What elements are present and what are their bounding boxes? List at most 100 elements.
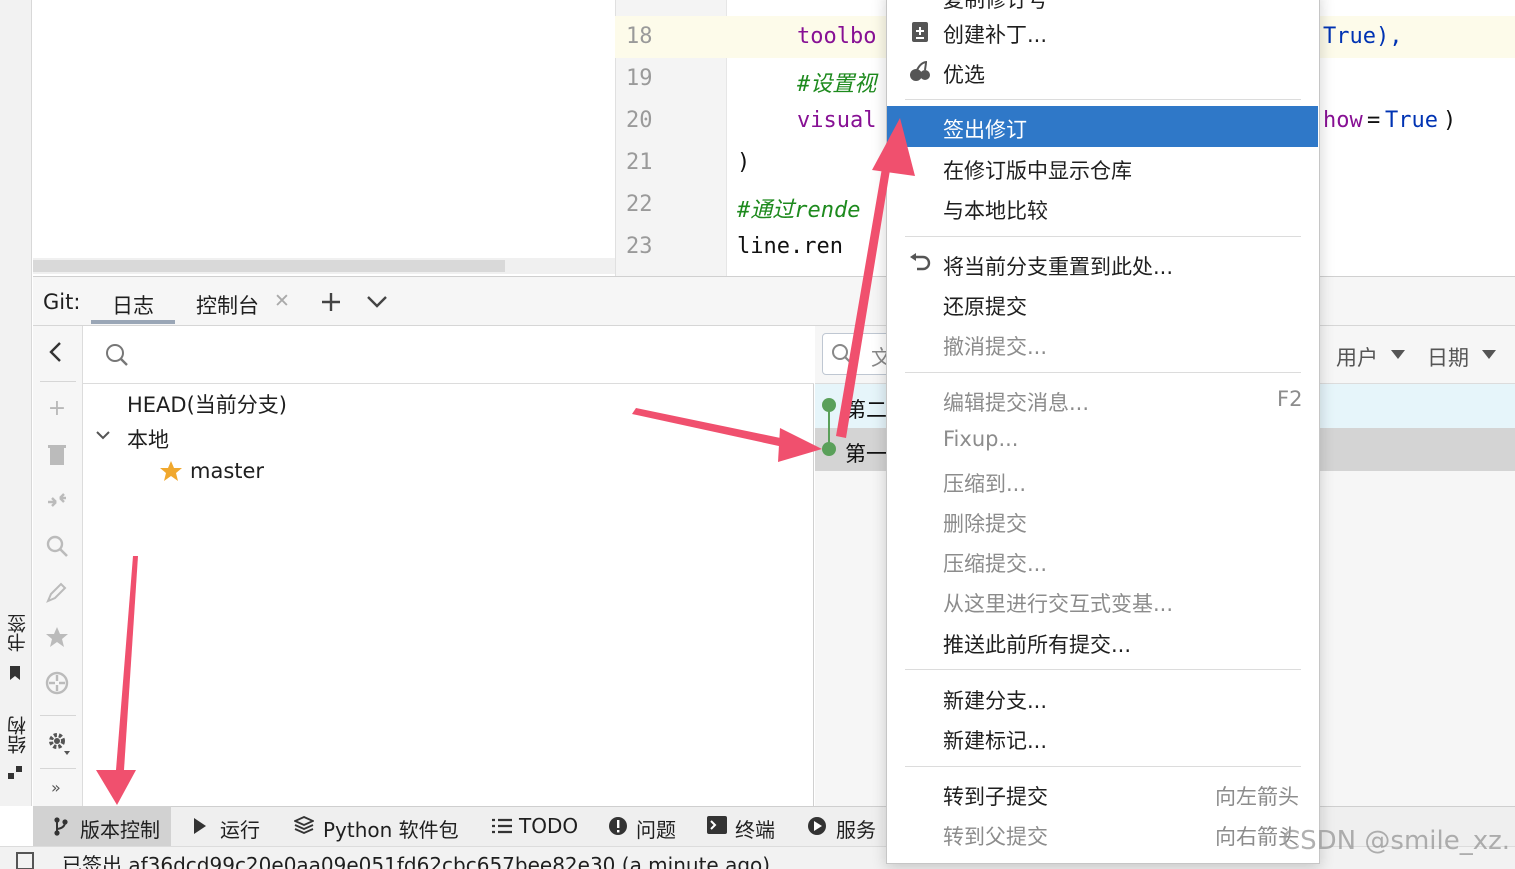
code-fragment: ) [1443, 108, 1457, 133]
code-line[interactable]: toolbo [797, 24, 876, 49]
menu-item-drop-commit: 删除提交 [943, 512, 1027, 536]
menu-item-create-patch[interactable]: 创建补丁... [943, 19, 1047, 49]
line-number: 18 [626, 24, 653, 49]
code-fragment: True), [1323, 24, 1403, 49]
commit-message: 第一 [845, 442, 887, 466]
update-icon[interactable] [46, 488, 68, 512]
menu-separator [905, 99, 1301, 100]
menu-item-new-branch[interactable]: 新建分支... [943, 685, 1047, 715]
menu-item-go-to-child[interactable]: 转到子提交 [943, 781, 1048, 811]
menu-separator [905, 669, 1301, 670]
tool-services[interactable]: 服务 [836, 814, 876, 843]
services-icon [808, 817, 826, 835]
tree-item-branch[interactable]: master [190, 459, 264, 483]
menu-item-fixup: Fixup... [943, 427, 1019, 451]
undo-icon [910, 253, 931, 271]
code-fragment: how [1323, 108, 1363, 133]
menu-item-revert-commit[interactable]: 还原提交 [943, 291, 1027, 321]
gear-icon[interactable] [45, 729, 73, 757]
menu-item-squash-into: 压缩到... [943, 472, 1027, 496]
line-number: 19 [626, 66, 653, 91]
shortcut-label: F2 [1277, 387, 1303, 411]
branch-tree [83, 384, 814, 806]
collapse-left-icon[interactable] [47, 341, 65, 363]
expand-chevron-icon[interactable] [96, 430, 110, 440]
branch-icon [54, 817, 68, 836]
layers-icon [294, 816, 314, 834]
structure-icon[interactable] [8, 766, 22, 780]
menu-item-reset-branch[interactable]: 将当前分支重置到此处... [943, 251, 1173, 281]
add-branch-icon[interactable]: + [46, 398, 68, 420]
editor-scrollbar-thumb[interactable] [33, 260, 505, 272]
dropdown-arrow-icon[interactable] [1482, 350, 1496, 359]
code-line[interactable]: line.ren [737, 234, 843, 259]
toolbar-divider [40, 768, 76, 769]
search-icon [832, 344, 852, 364]
tree-item-head[interactable]: HEAD(当前分支) [127, 389, 287, 419]
tab-log[interactable]: 日志 [112, 290, 154, 320]
commit-dot [822, 398, 836, 412]
menu-item-compare-with-local[interactable]: 与本地比较 [943, 195, 1048, 225]
panel-toggle-icon[interactable] [16, 852, 34, 869]
plus-icon[interactable] [321, 292, 341, 312]
tool-terminal[interactable]: 终端 [735, 814, 775, 843]
dropdown-arrow-icon[interactable] [1391, 350, 1405, 359]
menu-item-push-up-to-here[interactable]: 推送此前所有提交... [943, 629, 1131, 659]
bookmarks-tab-label[interactable]: 书签 [4, 614, 31, 652]
edit-icon[interactable] [46, 581, 68, 603]
line-number: 21 [626, 150, 653, 175]
code-line[interactable]: ) [737, 150, 750, 175]
chevron-down-icon[interactable] [366, 294, 388, 310]
code-comment[interactable]: #设置视 [797, 66, 876, 98]
star-icon [160, 461, 182, 481]
menu-separator [905, 766, 1301, 767]
toolbar-divider [40, 381, 76, 382]
terminal-icon [707, 816, 727, 834]
menu-item-squash-commits: 压缩提交... [943, 552, 1048, 576]
user-filter[interactable]: 用户 [1336, 342, 1378, 372]
structure-tab-label[interactable]: 结构 [4, 716, 31, 754]
active-tab-indicator [91, 320, 175, 324]
trash-icon[interactable] [48, 443, 66, 465]
commit-message: 第二 [845, 398, 887, 422]
search-icon [106, 344, 128, 366]
info-icon [609, 817, 627, 835]
locate-icon[interactable] [45, 671, 69, 695]
menu-item-show-repo-at-revision[interactable]: 在修订版中显示仓库 [943, 155, 1132, 185]
tab-console[interactable]: 控制台 [196, 290, 259, 320]
left-tool-stripe: 书签 结构 [0, 0, 32, 806]
code-comment[interactable]: #通过rende [737, 192, 860, 224]
star-icon[interactable] [45, 626, 69, 648]
menu-item-checkout-revision[interactable]: 签出修订 [943, 114, 1027, 144]
code-fragment: True [1385, 108, 1438, 133]
code-fragment: = [1367, 108, 1381, 133]
menu-item-cherry-pick[interactable]: 优选 [943, 59, 985, 89]
date-filter[interactable]: 日期 [1427, 342, 1469, 372]
log-search-input[interactable]: 文 [822, 333, 892, 375]
commit-dot [822, 442, 836, 456]
bookmark-icon[interactable] [8, 666, 22, 680]
search-icon[interactable] [46, 535, 68, 557]
git-tool-label: Git: [43, 290, 81, 314]
play-icon [194, 818, 206, 834]
code-line[interactable]: visual [797, 108, 876, 133]
tool-todo[interactable]: TODO [519, 814, 578, 838]
shortcut-label: 向左箭头 [1215, 785, 1299, 809]
editor-empty-area [33, 0, 615, 276]
tree-group-local[interactable]: 本地 [127, 424, 169, 454]
patch-icon [912, 22, 928, 42]
more-icon[interactable]: » [51, 778, 61, 797]
cherry-pick-icon [910, 61, 930, 81]
line-number: 22 [626, 192, 653, 217]
menu-item-copy-revision[interactable]: 复制修订号 [943, 0, 1048, 14]
branch-search-field[interactable] [83, 326, 814, 384]
menu-item-edit-commit-message: 编辑提交消息... [943, 391, 1090, 415]
menu-item-undo-commit: 撤消提交... [943, 335, 1048, 359]
tool-python-packages[interactable]: Python 软件包 [323, 814, 459, 843]
menu-item-go-to-parent: 转到父提交 [943, 825, 1048, 849]
tool-problems[interactable]: 问题 [636, 814, 676, 843]
close-tab-icon[interactable]: ✕ [274, 290, 290, 312]
menu-item-new-tag[interactable]: 新建标记... [943, 725, 1047, 755]
tool-run[interactable]: 运行 [220, 814, 260, 843]
tool-version-control[interactable]: 版本控制 [80, 814, 160, 843]
